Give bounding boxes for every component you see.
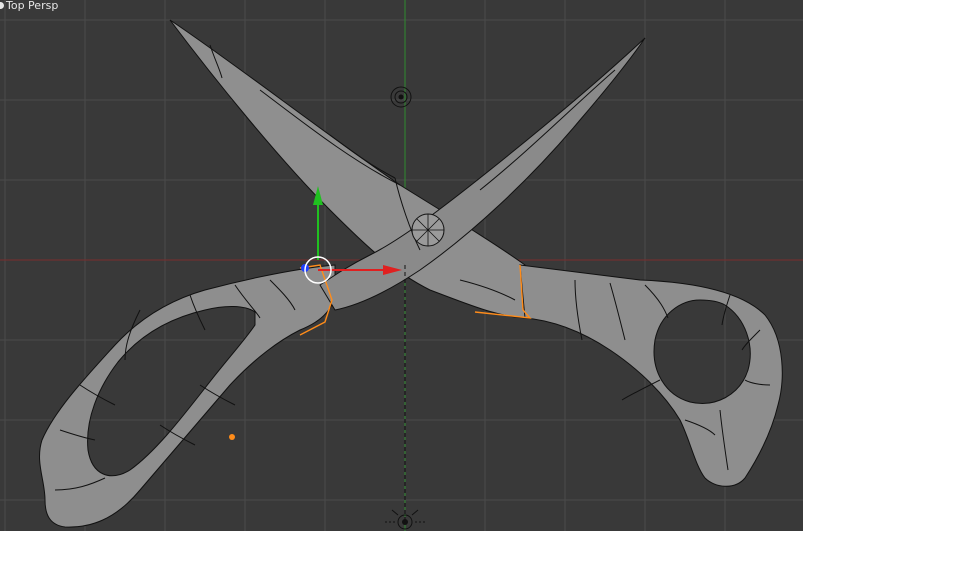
3d-viewport[interactable]: Top Persp	[0, 0, 803, 531]
light-icon[interactable]	[390, 86, 412, 108]
view-label-text: Top Persp	[6, 0, 59, 12]
view-indicator-icon	[0, 2, 4, 9]
view-label: Top Persp	[0, 0, 58, 12]
pivot-screw	[411, 213, 445, 247]
left-handle[interactable]	[39, 264, 336, 528]
viewport-canvas[interactable]	[0, 0, 803, 531]
object-origin-icon[interactable]	[229, 434, 235, 440]
right-handle[interactable]	[519, 264, 783, 487]
